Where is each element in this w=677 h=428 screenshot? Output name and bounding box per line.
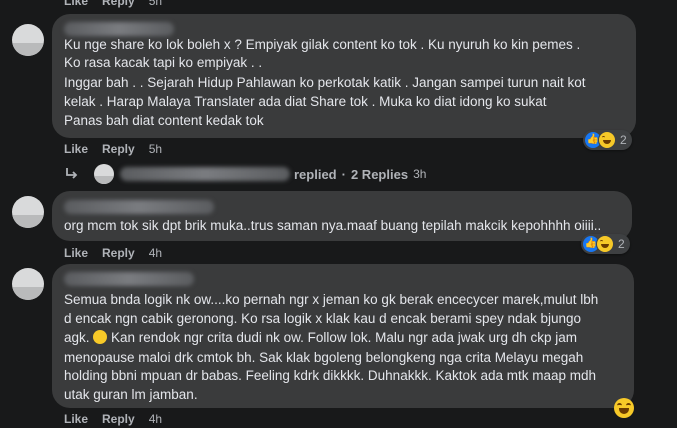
comment-line: kelak . Harap Malaya Translater ada diat… — [64, 94, 547, 109]
haha-reaction-icon — [596, 235, 614, 253]
comment-line: Ku nge share ko lok boleh x ? Empiyak gi… — [64, 37, 581, 52]
comment-actions: Like Reply 5h — [64, 142, 162, 156]
like-link[interactable]: Like — [64, 412, 88, 426]
reply-link[interactable]: Reply — [102, 412, 135, 426]
separator-dot: · — [341, 166, 346, 182]
comment-timestamp: 4h — [148, 412, 163, 426]
comment-line: Ko rasa kacak tapi ko empiyak . . — [64, 55, 263, 70]
comment-actions: Like Reply 4h — [64, 246, 162, 260]
comment-line-end: Kan rendok ngr crita dudi nk ow. Follow … — [107, 330, 578, 345]
pensive-emoji-icon — [93, 330, 108, 344]
comment-line: menopause maloi drk cmtok bh. Sak klak b… — [64, 350, 584, 365]
comment-line: Inggar bah . . Sejarah Hidup Pahlawan ko… — [64, 75, 586, 90]
avatar[interactable] — [12, 24, 44, 56]
comment-line-start: agk. — [64, 330, 94, 345]
commenter-name-blurred[interactable] — [64, 200, 214, 214]
reaction-count: 2 — [620, 133, 627, 147]
comment-actions: Like Reply 4h — [64, 412, 162, 426]
avatar[interactable] — [12, 196, 44, 228]
comment-line: Semua bnda logik nk ow....ko pernah ngr … — [64, 292, 599, 307]
reply-link[interactable]: Reply — [102, 142, 135, 156]
comment-timestamp: 5h — [148, 0, 163, 8]
like-link[interactable]: Like — [64, 246, 88, 260]
reaction-summary[interactable]: 👍 2 — [581, 234, 630, 254]
comment-line: d encak ngn cabik geronong. Ko rsa logik… — [64, 311, 582, 326]
comment-timestamp: 5h — [148, 142, 163, 156]
view-replies-link[interactable]: replied · 2 Replies 3h — [64, 164, 426, 184]
comment-line: Panas bah diat content kedak tok — [64, 113, 264, 128]
commenter-name-blurred[interactable] — [64, 22, 174, 36]
avatar[interactable] — [12, 268, 44, 300]
comment-line: org mcm tok sik dpt brik muka..trus sama… — [64, 218, 602, 233]
replier-avatar — [94, 164, 114, 184]
reaction-summary[interactable]: 👍 2 — [583, 130, 632, 150]
reply-arrow-icon — [66, 168, 78, 179]
reaction-count: 2 — [618, 237, 625, 251]
commenter-name-blurred[interactable] — [64, 272, 194, 286]
comment-line: agk. Kan rendok ngr crita dudi nk ow. Fo… — [64, 329, 577, 347]
top-comment-actions: Like Reply 5h — [64, 0, 162, 8]
reply-link[interactable]: Reply — [102, 246, 135, 260]
like-link[interactable]: Like — [64, 142, 88, 156]
replied-label: replied — [294, 166, 337, 182]
comment-timestamp: 4h — [148, 246, 163, 260]
like-link[interactable]: Like — [64, 0, 88, 8]
comment-line: holding bbni mpuan dr babas. Feeling kdr… — [64, 368, 597, 383]
comment-line: utak guran lm jamban. — [64, 387, 198, 402]
reply-count: 2 Replies — [350, 166, 409, 182]
replier-name-blurred — [120, 167, 290, 181]
reply-link[interactable]: Reply — [102, 0, 135, 8]
reply-timestamp: 3h — [413, 167, 427, 181]
haha-reaction-icon[interactable] — [614, 398, 634, 418]
haha-reaction-icon — [598, 131, 616, 149]
